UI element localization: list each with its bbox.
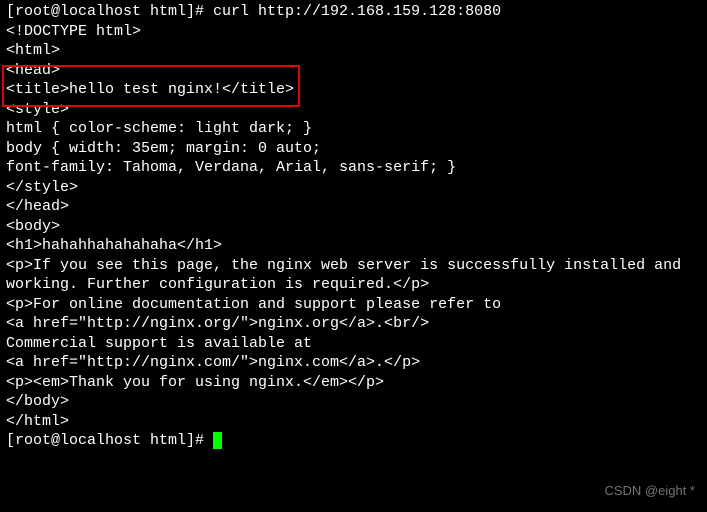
output-line: Commercial support is available at: [6, 334, 701, 354]
output-line: <!DOCTYPE html>: [6, 22, 701, 42]
output-line: font-family: Tahoma, Verdana, Arial, san…: [6, 158, 701, 178]
prompt-line[interactable]: [root@localhost html]# curl http://192.1…: [6, 2, 701, 22]
cursor-icon: [213, 432, 222, 449]
prompt-line-active[interactable]: [root@localhost html]#: [6, 431, 701, 451]
output-line: <head>: [6, 61, 701, 81]
output-line: </body>: [6, 392, 701, 412]
output-line: html { color-scheme: light dark; }: [6, 119, 701, 139]
output-line: <p>For online documentation and support …: [6, 295, 701, 315]
output-line: <style>: [6, 100, 701, 120]
prompt-text: [root@localhost html]#: [6, 432, 213, 449]
output-line: </style>: [6, 178, 701, 198]
output-line: </html>: [6, 412, 701, 432]
output-line: <body>: [6, 217, 701, 237]
output-line: <a href="http://nginx.com/">nginx.com</a…: [6, 353, 701, 373]
watermark-text: CSDN @eight *: [604, 483, 695, 500]
output-line: </head>: [6, 197, 701, 217]
output-line: <h1>hahahhahahahaha</h1>: [6, 236, 701, 256]
output-line: <a href="http://nginx.org/">nginx.org</a…: [6, 314, 701, 334]
output-line: working. Further configuration is requir…: [6, 275, 701, 295]
output-line: <title>hello test nginx!</title>: [6, 80, 701, 100]
output-line: <p><em>Thank you for using nginx.</em></…: [6, 373, 701, 393]
output-line: <p>If you see this page, the nginx web s…: [6, 256, 701, 276]
output-line: <html>: [6, 41, 701, 61]
output-line: body { width: 35em; margin: 0 auto;: [6, 139, 701, 159]
